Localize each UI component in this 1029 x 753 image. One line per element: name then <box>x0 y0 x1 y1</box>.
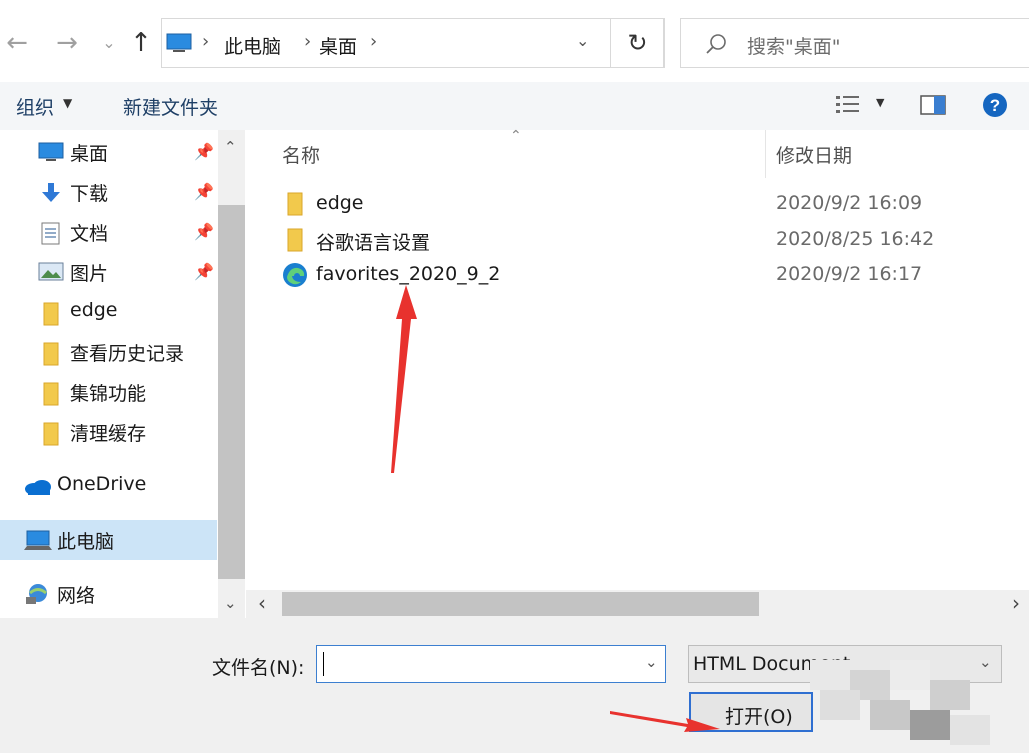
open-button-label: 打开(O) <box>725 706 793 728</box>
file-row[interactable]: edge 2020/9/2 16:09 <box>278 187 1029 221</box>
nav-item-label: 网络 <box>57 585 96 607</box>
nav-item-label: 下载 <box>70 183 109 205</box>
pin-icon: 📌 <box>194 142 214 161</box>
file-name: edge <box>316 192 364 214</box>
folder-icon <box>43 302 59 326</box>
search-placeholder: 搜索"桌面" <box>747 36 841 58</box>
annotation-arrow-right <box>610 711 720 732</box>
navigation-pane: 桌面 📌 下载 📌 文档 📌 图片 📌 edge 查看历史记录 集锦功能 清理缓… <box>0 130 245 618</box>
refresh-icon: ↻ <box>627 29 648 57</box>
sort-ascending-icon: ⌃ <box>510 128 522 144</box>
file-date: 2020/9/2 16:09 <box>776 192 923 214</box>
nav-item-label: 集锦功能 <box>70 383 147 405</box>
up-arrow-icon[interactable]: ↑ <box>124 26 158 60</box>
folder-icon <box>287 228 303 252</box>
download-icon <box>42 183 60 202</box>
breadcrumb-separator-icon: › <box>304 31 312 52</box>
scroll-up-chevron-icon[interactable]: ⌃ <box>224 138 237 156</box>
file-row[interactable]: 谷歌语言设置 2020/8/25 16:42 <box>278 223 1029 257</box>
nav-item-this-pc[interactable]: 此电脑 <box>0 520 217 560</box>
nav-item-documents[interactable]: 文档 📌 <box>0 214 218 250</box>
preview-pane-icon[interactable] <box>920 94 946 116</box>
filename-input[interactable]: ⌄ <box>316 645 666 683</box>
view-dropdown-icon[interactable]: ▼ <box>876 96 884 109</box>
search-icon <box>706 34 726 54</box>
folder-icon <box>43 422 59 446</box>
filename-dropdown-chevron-icon[interactable]: ⌄ <box>645 653 658 671</box>
column-header-name[interactable]: 名称 <box>282 141 320 168</box>
nav-item-network[interactable]: 网络 <box>0 576 218 612</box>
nav-item-label: 图片 <box>70 263 109 285</box>
nav-item-label: edge <box>70 299 118 321</box>
scroll-right-chevron-icon[interactable]: › <box>1012 591 1020 615</box>
organize-dropdown-icon: ▼ <box>63 96 73 110</box>
scroll-down-chevron-icon[interactable]: ⌄ <box>224 594 237 612</box>
breadcrumb-separator-icon: › <box>370 31 378 52</box>
picture-icon <box>38 262 64 281</box>
nav-item-desktop[interactable]: 桌面 📌 <box>0 134 218 170</box>
edge-html-icon <box>283 263 307 287</box>
column-divider[interactable] <box>765 130 766 178</box>
this-pc-icon <box>24 530 52 550</box>
onedrive-cloud-icon <box>25 480 51 495</box>
address-dropdown-chevron-icon[interactable]: ⌄ <box>576 31 589 50</box>
organize-menu[interactable]: 组织 <box>16 93 54 120</box>
nav-item-label: 查看历史记录 <box>70 343 185 365</box>
search-box[interactable]: 搜索"桌面" <box>680 18 1029 68</box>
file-date: 2020/8/25 16:42 <box>776 228 935 250</box>
desktop-icon <box>38 142 64 161</box>
new-folder-button[interactable]: 新建文件夹 <box>123 93 218 120</box>
pin-icon: 📌 <box>194 182 214 201</box>
pin-icon: 📌 <box>194 222 214 241</box>
breadcrumb-this-pc[interactable]: 此电脑 <box>224 32 281 59</box>
breadcrumb-separator-icon: › <box>202 31 210 52</box>
back-arrow-icon[interactable]: ← <box>0 26 34 60</box>
refresh-button[interactable]: ↻ <box>611 18 665 68</box>
nav-item-pictures[interactable]: 图片 📌 <box>0 254 218 290</box>
column-header-modified[interactable]: 修改日期 <box>776 141 852 168</box>
filename-label: 文件名(N): <box>212 657 305 679</box>
pin-icon: 📌 <box>194 262 214 281</box>
nav-item-label: 桌面 <box>70 143 109 165</box>
command-toolbar: 组织 ▼ 新建文件夹 ▼ ? <box>0 82 1029 130</box>
horizontal-scrollbar-thumb[interactable] <box>282 592 759 616</box>
nav-item-label: 清理缓存 <box>70 423 147 445</box>
annotation-arrow-up <box>391 285 417 473</box>
breadcrumb-desktop[interactable]: 桌面 <box>319 32 357 59</box>
file-name: 谷歌语言设置 <box>316 232 431 254</box>
nav-item-downloads[interactable]: 下载 📌 <box>0 174 218 210</box>
help-icon[interactable]: ? <box>982 92 1008 118</box>
nav-item-folder-history[interactable]: 查看历史记录 <box>0 334 218 370</box>
document-icon <box>41 222 60 245</box>
scroll-left-chevron-icon[interactable]: ‹ <box>258 591 266 615</box>
recent-locations-chevron-icon[interactable]: ⌄ <box>92 26 126 60</box>
nav-scrollbar-thumb[interactable] <box>218 205 245 579</box>
nav-item-label: OneDrive <box>57 473 147 495</box>
file-date: 2020/9/2 16:17 <box>776 263 923 285</box>
file-name: favorites_2020_9_2 <box>316 263 501 285</box>
nav-item-label: 文档 <box>70 223 109 245</box>
view-options-icon[interactable] <box>836 94 860 116</box>
text-caret <box>323 652 324 676</box>
address-bar[interactable]: › 此电脑 › 桌面 › ⌄ <box>161 18 664 68</box>
forward-arrow-icon[interactable]: → <box>50 26 84 60</box>
network-icon <box>26 584 47 604</box>
nav-item-folder-edge[interactable]: edge <box>0 294 218 330</box>
nav-item-onedrive[interactable]: OneDrive <box>0 468 218 504</box>
svg-text:?: ? <box>990 96 1000 115</box>
nav-item-folder-clear-cache[interactable]: 清理缓存 <box>0 414 218 450</box>
pixelated-overlay <box>810 660 1000 753</box>
this-pc-icon <box>166 33 192 52</box>
nav-item-folder-collections[interactable]: 集锦功能 <box>0 374 218 410</box>
nav-item-label: 此电脑 <box>57 531 115 553</box>
folder-icon <box>43 382 59 406</box>
folder-icon <box>43 342 59 366</box>
folder-icon <box>287 192 303 216</box>
